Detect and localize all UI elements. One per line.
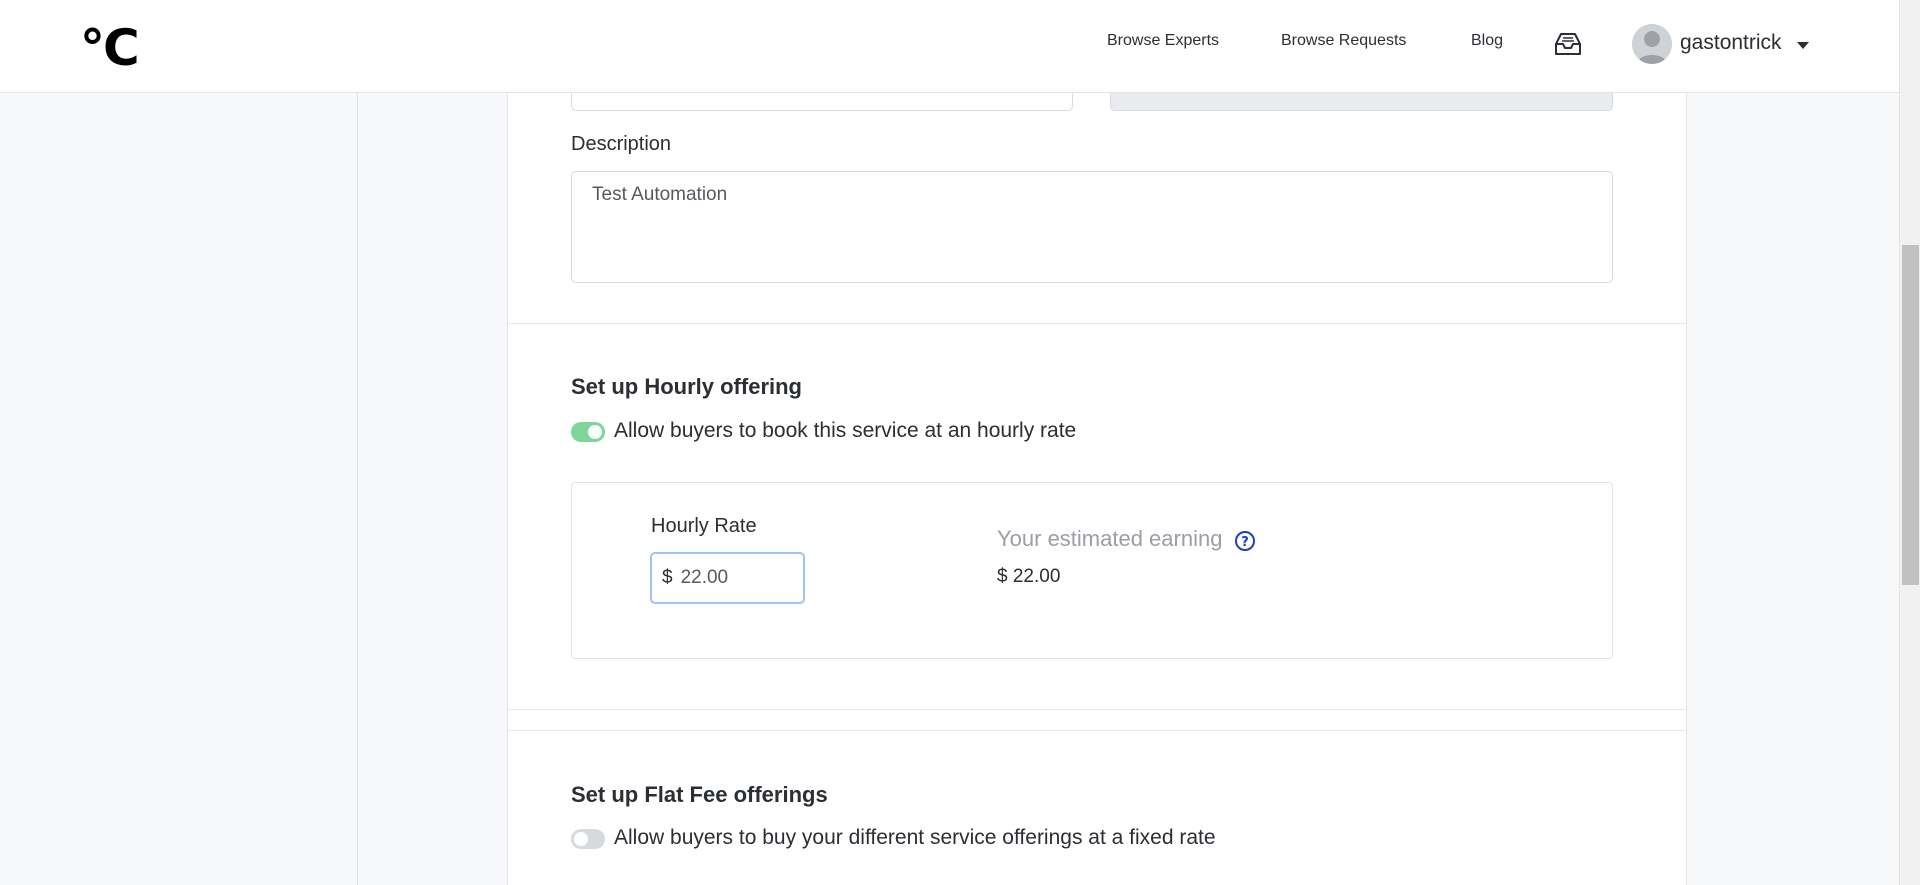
top-navbar: °C Browse Experts Browse Requests Blog g… <box>0 0 1899 93</box>
flat-fee-toggle-label: Allow buyers to buy your different servi… <box>614 826 1216 849</box>
section-divider <box>508 709 1686 710</box>
nav-blog[interactable]: Blog <box>1471 32 1503 50</box>
section-divider <box>508 730 1686 731</box>
hourly-section-title: Set up Hourly offering <box>571 374 802 399</box>
currency-symbol: $ <box>662 567 673 588</box>
nav-browse-experts[interactable]: Browse Experts <box>1107 32 1219 50</box>
vertical-scrollbar[interactable] <box>1899 0 1920 885</box>
hourly-toggle-label: Allow buyers to book this service at an … <box>614 419 1077 442</box>
left-sidebar <box>0 93 358 885</box>
description-label: Description <box>571 133 672 155</box>
hourly-rate-input[interactable]: $ 22.00 <box>650 552 805 604</box>
hourly-toggle[interactable] <box>571 422 605 442</box>
description-textarea[interactable]: Test Automation <box>571 171 1613 283</box>
username-label[interactable]: gastontrick <box>1680 31 1782 55</box>
estimated-earning-title: Your estimated earning <box>997 526 1223 551</box>
site-logo[interactable]: °C <box>80 18 140 78</box>
svg-text:?: ? <box>1241 535 1249 550</box>
flat-fee-toggle[interactable] <box>571 829 605 849</box>
chevron-down-icon[interactable] <box>1796 38 1810 56</box>
user-avatar[interactable] <box>1632 24 1672 64</box>
nav-browse-requests[interactable]: Browse Requests <box>1281 32 1406 50</box>
help-question-icon[interactable]: ? <box>1234 530 1256 557</box>
flat-fee-section-title: Set up Flat Fee offerings <box>571 782 828 807</box>
estimated-earning-value: $ 22.00 <box>997 566 1061 587</box>
hourly-rate-value: 22.00 <box>680 567 729 588</box>
scrollbar-thumb[interactable] <box>1902 245 1919 585</box>
section-divider <box>508 323 1686 324</box>
inbox-icon[interactable] <box>1552 30 1584 63</box>
hourly-rate-label: Hourly Rate <box>651 515 757 537</box>
